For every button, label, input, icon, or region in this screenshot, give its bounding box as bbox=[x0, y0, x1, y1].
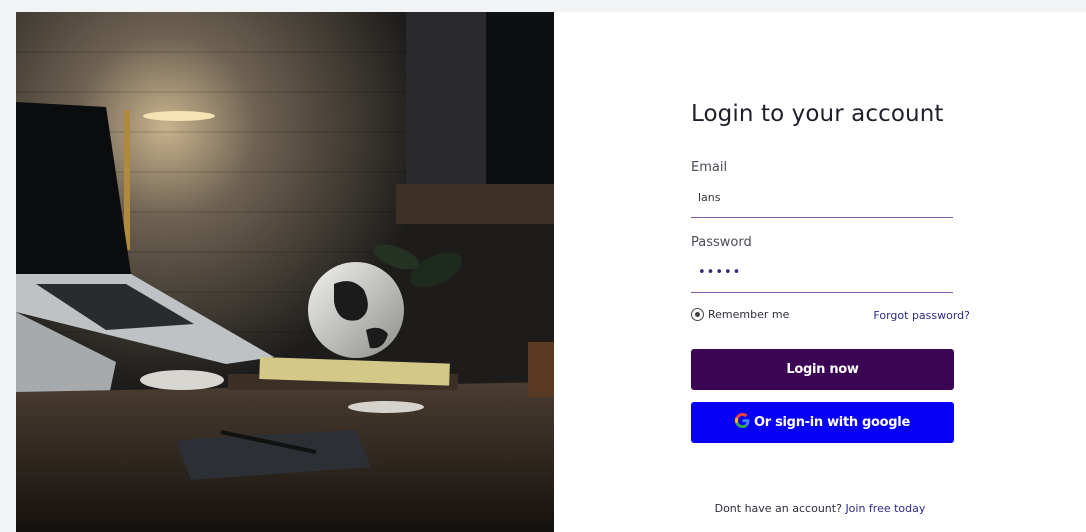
signup-prompt: Dont have an account? Join free today bbox=[554, 502, 1086, 515]
radio-icon[interactable] bbox=[691, 308, 704, 321]
login-button[interactable]: Login now bbox=[691, 349, 954, 390]
hero-photo bbox=[16, 12, 554, 532]
password-label: Password bbox=[691, 235, 752, 250]
google-signin-button[interactable]: Or sign-in with google bbox=[691, 402, 954, 443]
signup-prompt-text: Dont have an account? bbox=[714, 502, 842, 515]
email-field[interactable] bbox=[691, 178, 953, 218]
remember-me-option[interactable]: Remember me bbox=[691, 308, 789, 321]
page-frame: Login to your account Email Password Rem… bbox=[16, 12, 1086, 532]
page-title: Login to your account bbox=[691, 101, 944, 127]
join-free-link[interactable]: Join free today bbox=[845, 502, 925, 515]
forgot-password-link[interactable]: Forgot password? bbox=[873, 309, 970, 322]
login-button-label: Login now bbox=[786, 362, 859, 377]
password-field[interactable] bbox=[691, 253, 953, 293]
login-panel: Login to your account Email Password Rem… bbox=[554, 12, 1086, 532]
email-label: Email bbox=[691, 160, 728, 175]
google-g-icon bbox=[735, 413, 750, 432]
remember-me-label: Remember me bbox=[708, 308, 790, 321]
google-button-label: Or sign-in with google bbox=[754, 415, 910, 430]
